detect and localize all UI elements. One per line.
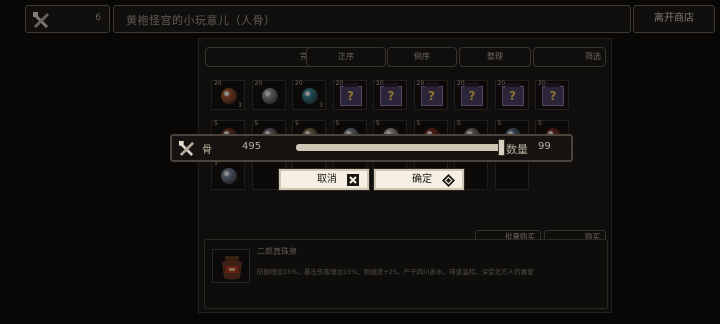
currency-owned: 495 [242, 141, 262, 152]
quantity-label: 数量 [506, 143, 528, 156]
currency-name: 骨 [202, 145, 212, 156]
quantity-value: 99 [538, 141, 551, 152]
modal-overlay [0, 0, 720, 324]
quantity-dialog: 骨 495 数量 99 [170, 134, 573, 162]
quantity-slider[interactable] [296, 139, 505, 156]
confirm-button[interactable]: 确定 [374, 169, 464, 190]
tools-icon [178, 140, 195, 157]
cancel-button[interactable]: 取消 [279, 169, 369, 190]
cancel-label: 取消 [317, 174, 337, 185]
close-icon [347, 174, 359, 186]
confirm-diamond-icon [442, 174, 455, 187]
confirm-label: 确定 [412, 174, 432, 185]
quantity-slider-fill [296, 144, 504, 151]
quantity-slider-handle[interactable] [498, 139, 505, 156]
